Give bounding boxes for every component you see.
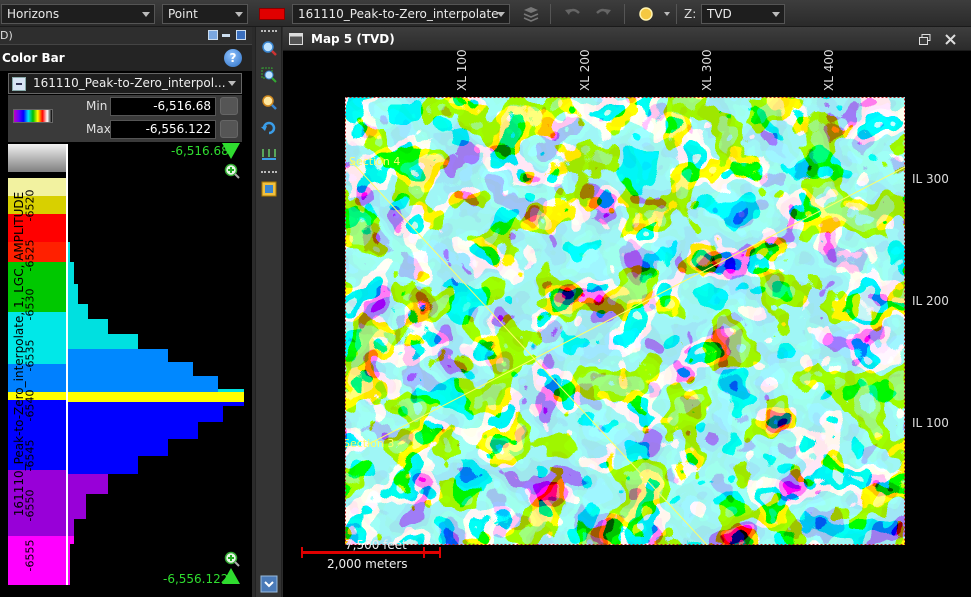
chevron-down-icon — [772, 12, 780, 17]
symbol-type-value: Point — [168, 7, 198, 21]
min-value-field[interactable]: -6,516.68 — [110, 97, 216, 116]
color-swatch-button[interactable] — [259, 8, 285, 20]
layers-icon[interactable] — [521, 4, 541, 24]
tick-label: -6540 — [23, 389, 37, 422]
tick-label: -6550 — [23, 489, 37, 522]
z-label: Z: — [684, 7, 697, 21]
map-title: Map 5 (TVD) — [311, 32, 395, 46]
tick-label: -6525 — [23, 239, 37, 272]
z-domain-value: TVD — [707, 7, 732, 21]
scale-icon[interactable] — [260, 145, 278, 163]
color-bar-title: Color Bar — [2, 51, 65, 65]
zoom-in-icon[interactable] — [224, 163, 240, 179]
scale-tick — [423, 547, 425, 558]
color-bar-title-row: Color Bar ? — [0, 45, 252, 71]
toolbar-separator — [624, 4, 625, 24]
bottom-marker-icon[interactable] — [222, 568, 240, 584]
top-value-label: -6,516.68 — [171, 144, 229, 158]
xl-axis-label: XL 300 — [700, 49, 714, 91]
attribute-dropdown[interactable]: 161110_Peak-to-Zero_interpol... — [8, 73, 242, 94]
scroll-down-icon[interactable] — [260, 575, 278, 593]
lock-min-icon[interactable] — [220, 97, 238, 115]
chevron-down-icon[interactable] — [664, 12, 670, 16]
scale-feet-label: 7,500 feet — [345, 538, 407, 552]
chevron-down-icon — [142, 12, 150, 17]
undo-icon[interactable] — [563, 4, 583, 24]
chevron-down-icon — [228, 81, 236, 86]
tick-label: -6530 — [23, 288, 37, 321]
top-marker-icon[interactable] — [222, 143, 240, 159]
export-image-icon[interactable] — [260, 180, 278, 198]
chevron-down-icon — [235, 12, 243, 17]
max-value-field[interactable]: -6,556.122 — [110, 120, 216, 139]
xl-axis-label: XL 100 — [455, 49, 469, 91]
section-4-label[interactable]: Section 4 — [349, 155, 400, 168]
amplitude-histogram — [68, 144, 244, 585]
tick-label: -6545 — [23, 439, 37, 472]
zoom-icon[interactable] — [260, 93, 278, 111]
map-tool-strip — [255, 27, 282, 597]
horizon-amplitude-map[interactable]: Section 4 Section 3 — [345, 97, 905, 545]
xl-axis-label: XL 200 — [578, 49, 592, 91]
collapse-icon[interactable] — [12, 77, 26, 91]
panel-header-text: D) — [0, 29, 13, 42]
help-icon[interactable]: ? — [224, 49, 242, 67]
range-box: Min -6,516.68 Max -6,556.122 — [8, 95, 242, 142]
max-label: Max — [86, 122, 111, 136]
restore-icon[interactable] — [919, 34, 931, 45]
scale-meters-label: 2,000 meters — [327, 557, 408, 571]
tick-label: -6520 — [23, 189, 37, 222]
scale-bar: 7,500 feet 2,000 meters — [301, 538, 441, 577]
tick-label: -6555 — [23, 539, 37, 572]
toolbar-separator — [676, 4, 677, 24]
color-bar-axis-title: 161110_Peak-to-Zero_interpolate, 1, LGC,… — [4, 192, 26, 527]
horizon-dropdown[interactable]: 161110_Peak-to-Zero_interpolate — [292, 4, 510, 24]
redo-icon[interactable] — [593, 4, 613, 24]
attribute-value: 161110_Peak-to-Zero_interpol... — [33, 76, 226, 90]
z-domain-dropdown[interactable]: TVD — [701, 4, 785, 24]
il-axis-label: IL 100 — [912, 416, 949, 430]
refresh-icon[interactable] — [260, 119, 278, 137]
pin-icon[interactable] — [222, 34, 230, 37]
color-bar-panel: D) Color Bar ? 161110_Peak-to-Zero_inter… — [0, 27, 252, 597]
layer-type-dropdown[interactable]: Horizons — [1, 4, 155, 24]
window-icon — [289, 33, 303, 45]
chevron-down-icon — [497, 12, 505, 17]
xl-axis-label: XL 400 — [822, 49, 836, 91]
symbol-type-dropdown[interactable]: Point — [162, 4, 248, 24]
map-titlebar: Map 5 (TVD) — [283, 27, 971, 51]
zoom-box-icon[interactable] — [260, 66, 278, 84]
layer-type-value: Horizons — [7, 7, 60, 21]
tick-label: -6535 — [23, 339, 37, 372]
sun-icon[interactable] — [636, 4, 656, 24]
lock-max-icon[interactable] — [220, 120, 238, 138]
main-toolbar: Horizons Point 161110_Peak-to-Zero_inter… — [0, 0, 971, 27]
zoom-in-icon[interactable] — [224, 551, 240, 567]
map-window: Map 5 (TVD) XL 100 XL 200 XL 300 XL 400 — [283, 27, 971, 597]
close-icon[interactable] — [945, 34, 956, 45]
maximize-icon[interactable] — [236, 30, 246, 40]
horizon-value: 161110_Peak-to-Zero_interpolate — [298, 7, 499, 21]
panel-header: D) — [0, 27, 252, 45]
min-label: Min — [86, 99, 108, 113]
toolbar-separator — [550, 4, 551, 24]
grip-handle[interactable] — [261, 30, 277, 32]
panel-option-icon[interactable] — [208, 30, 218, 40]
palette-thumbnail[interactable] — [13, 109, 53, 123]
scale-tick — [439, 547, 441, 558]
grip-handle[interactable] — [261, 171, 277, 173]
select-zoom-icon[interactable] — [260, 39, 278, 57]
bottom-value-label: -6,556.122 — [163, 572, 229, 586]
il-axis-label: IL 200 — [912, 294, 949, 308]
il-axis-label: IL 300 — [912, 172, 949, 186]
scale-tick — [301, 547, 303, 558]
section-3-label[interactable]: Section 3 — [345, 437, 394, 450]
